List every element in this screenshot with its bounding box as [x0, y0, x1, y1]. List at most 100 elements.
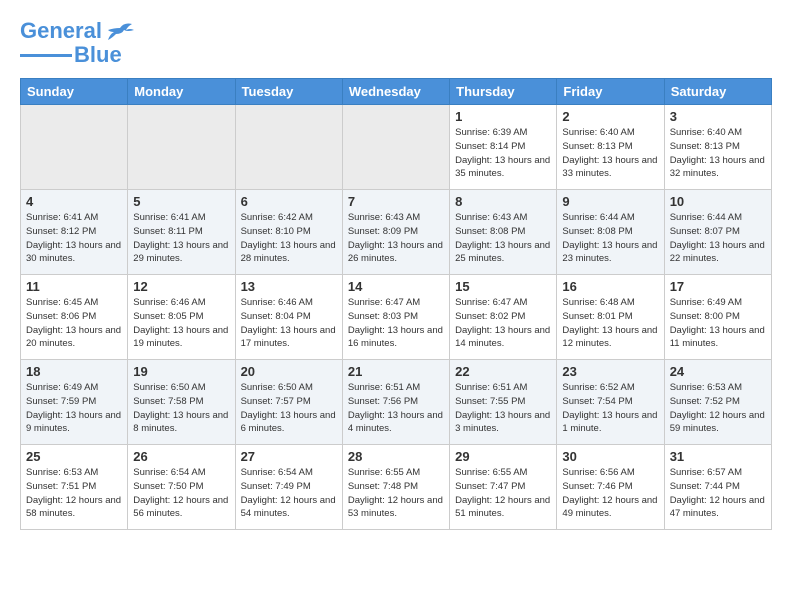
- day-number: 14: [348, 279, 444, 294]
- col-header-monday: Monday: [128, 79, 235, 105]
- day-info: Sunrise: 6:44 AMSunset: 8:07 PMDaylight:…: [670, 211, 766, 266]
- calendar-day-cell: 15 Sunrise: 6:47 AMSunset: 8:02 PMDayligh…: [450, 275, 557, 360]
- day-info: Sunrise: 6:47 AMSunset: 8:03 PMDaylight:…: [348, 296, 444, 351]
- day-number: 31: [670, 449, 766, 464]
- day-info: Sunrise: 6:54 AMSunset: 7:49 PMDaylight:…: [241, 466, 337, 521]
- day-number: 19: [133, 364, 229, 379]
- calendar-table: SundayMondayTuesdayWednesdayThursdayFrid…: [20, 78, 772, 530]
- calendar-day-cell: 25 Sunrise: 6:53 AMSunset: 7:51 PMDayligh…: [21, 445, 128, 530]
- col-header-sunday: Sunday: [21, 79, 128, 105]
- day-info: Sunrise: 6:44 AMSunset: 8:08 PMDaylight:…: [562, 211, 658, 266]
- day-number: 4: [26, 194, 122, 209]
- day-info: Sunrise: 6:47 AMSunset: 8:02 PMDaylight:…: [455, 296, 551, 351]
- day-number: 13: [241, 279, 337, 294]
- day-number: 17: [670, 279, 766, 294]
- logo: General Blue: [20, 20, 134, 68]
- day-number: 9: [562, 194, 658, 209]
- calendar-week-row: 4 Sunrise: 6:41 AMSunset: 8:12 PMDaylight…: [21, 190, 772, 275]
- calendar-header-row: SundayMondayTuesdayWednesdayThursdayFrid…: [21, 79, 772, 105]
- day-info: Sunrise: 6:46 AMSunset: 8:05 PMDaylight:…: [133, 296, 229, 351]
- calendar-day-cell: [342, 105, 449, 190]
- calendar-day-cell: 29Sunrise: 6:55 AMSunset: 7:47 PMDayligh…: [450, 445, 557, 530]
- day-number: 3: [670, 109, 766, 124]
- calendar-day-cell: [21, 105, 128, 190]
- calendar-day-cell: 23Sunrise: 6:52 AMSunset: 7:54 PMDayligh…: [557, 360, 664, 445]
- calendar-day-cell: 27 Sunrise: 6:54 AMSunset: 7:49 PMDayligh…: [235, 445, 342, 530]
- day-info: Sunrise: 6:51 AMSunset: 7:56 PMDaylight:…: [348, 381, 444, 436]
- calendar-day-cell: 18 Sunrise: 6:49 AMSunset: 7:59 PMDayligh…: [21, 360, 128, 445]
- calendar-day-cell: 14 Sunrise: 6:47 AMSunset: 8:03 PMDayligh…: [342, 275, 449, 360]
- calendar-day-cell: 6 Sunrise: 6:42 AMSunset: 8:10 PMDaylight…: [235, 190, 342, 275]
- day-info: Sunrise: 6:49 AMSunset: 8:00 PMDaylight:…: [670, 296, 766, 351]
- day-info: Sunrise: 6:49 AMSunset: 7:59 PMDaylight:…: [26, 381, 122, 436]
- day-number: 12: [133, 279, 229, 294]
- calendar-day-cell: 13 Sunrise: 6:46 AMSunset: 8:04 PMDayligh…: [235, 275, 342, 360]
- calendar-day-cell: 1 Sunrise: 6:39 AMSunset: 8:14 PMDaylight…: [450, 105, 557, 190]
- day-info: Sunrise: 6:46 AMSunset: 8:04 PMDaylight:…: [241, 296, 337, 351]
- col-header-friday: Friday: [557, 79, 664, 105]
- calendar-day-cell: 30 Sunrise: 6:56 AMSunset: 7:46 PMDayligh…: [557, 445, 664, 530]
- day-number: 30: [562, 449, 658, 464]
- calendar-day-cell: 10 Sunrise: 6:44 AMSunset: 8:07 PMDayligh…: [664, 190, 771, 275]
- day-number: 16: [562, 279, 658, 294]
- calendar-week-row: 25 Sunrise: 6:53 AMSunset: 7:51 PMDayligh…: [21, 445, 772, 530]
- calendar-day-cell: 9 Sunrise: 6:44 AMSunset: 8:08 PMDaylight…: [557, 190, 664, 275]
- day-info: Sunrise: 6:51 AMSunset: 7:55 PMDaylight:…: [455, 381, 551, 436]
- logo-blue: Blue: [74, 42, 122, 68]
- day-info: Sunrise: 6:40 AMSunset: 8:13 PMDaylight:…: [562, 126, 658, 181]
- day-number: 7: [348, 194, 444, 209]
- day-number: 15: [455, 279, 551, 294]
- day-info: Sunrise: 6:43 AMSunset: 8:09 PMDaylight:…: [348, 211, 444, 266]
- day-info: Sunrise: 6:43 AMSunset: 8:08 PMDaylight:…: [455, 211, 551, 266]
- day-info: Sunrise: 6:41 AMSunset: 8:12 PMDaylight:…: [26, 211, 122, 266]
- calendar-day-cell: 24 Sunrise: 6:53 AMSunset: 7:52 PMDayligh…: [664, 360, 771, 445]
- day-number: 2: [562, 109, 658, 124]
- day-info: Sunrise: 6:50 AMSunset: 7:57 PMDaylight:…: [241, 381, 337, 436]
- calendar-day-cell: 11Sunrise: 6:45 AMSunset: 8:06 PMDayligh…: [21, 275, 128, 360]
- col-header-saturday: Saturday: [664, 79, 771, 105]
- calendar-week-row: 1 Sunrise: 6:39 AMSunset: 8:14 PMDaylight…: [21, 105, 772, 190]
- day-number: 22: [455, 364, 551, 379]
- day-number: 24: [670, 364, 766, 379]
- day-number: 26: [133, 449, 229, 464]
- day-info: Sunrise: 6:52 AMSunset: 7:54 PMDaylight:…: [562, 381, 658, 436]
- day-number: 8: [455, 194, 551, 209]
- logo-bird-icon: [106, 20, 134, 42]
- day-number: 11: [26, 279, 122, 294]
- day-number: 6: [241, 194, 337, 209]
- day-info: Sunrise: 6:55 AMSunset: 7:48 PMDaylight:…: [348, 466, 444, 521]
- day-number: 28: [348, 449, 444, 464]
- calendar-week-row: 18 Sunrise: 6:49 AMSunset: 7:59 PMDayligh…: [21, 360, 772, 445]
- day-number: 18: [26, 364, 122, 379]
- calendar-day-cell: [235, 105, 342, 190]
- day-info: Sunrise: 6:41 AMSunset: 8:11 PMDaylight:…: [133, 211, 229, 266]
- calendar-week-row: 11Sunrise: 6:45 AMSunset: 8:06 PMDayligh…: [21, 275, 772, 360]
- page-header: General Blue: [20, 20, 772, 68]
- calendar-day-cell: 4 Sunrise: 6:41 AMSunset: 8:12 PMDaylight…: [21, 190, 128, 275]
- calendar-day-cell: 31 Sunrise: 6:57 AMSunset: 7:44 PMDayligh…: [664, 445, 771, 530]
- day-number: 1: [455, 109, 551, 124]
- calendar-day-cell: 21Sunrise: 6:51 AMSunset: 7:56 PMDayligh…: [342, 360, 449, 445]
- col-header-wednesday: Wednesday: [342, 79, 449, 105]
- day-info: Sunrise: 6:48 AMSunset: 8:01 PMDaylight:…: [562, 296, 658, 351]
- day-info: Sunrise: 6:39 AMSunset: 8:14 PMDaylight:…: [455, 126, 551, 181]
- day-info: Sunrise: 6:40 AMSunset: 8:13 PMDaylight:…: [670, 126, 766, 181]
- logo-text: General: [20, 20, 102, 42]
- day-info: Sunrise: 6:57 AMSunset: 7:44 PMDaylight:…: [670, 466, 766, 521]
- day-number: 25: [26, 449, 122, 464]
- day-info: Sunrise: 6:56 AMSunset: 7:46 PMDaylight:…: [562, 466, 658, 521]
- calendar-day-cell: 20 Sunrise: 6:50 AMSunset: 7:57 PMDayligh…: [235, 360, 342, 445]
- calendar-day-cell: 26Sunrise: 6:54 AMSunset: 7:50 PMDayligh…: [128, 445, 235, 530]
- col-header-thursday: Thursday: [450, 79, 557, 105]
- day-info: Sunrise: 6:53 AMSunset: 7:52 PMDaylight:…: [670, 381, 766, 436]
- col-header-tuesday: Tuesday: [235, 79, 342, 105]
- day-number: 20: [241, 364, 337, 379]
- day-number: 27: [241, 449, 337, 464]
- calendar-day-cell: 16 Sunrise: 6:48 AMSunset: 8:01 PMDayligh…: [557, 275, 664, 360]
- day-number: 10: [670, 194, 766, 209]
- day-info: Sunrise: 6:50 AMSunset: 7:58 PMDaylight:…: [133, 381, 229, 436]
- calendar-day-cell: 8 Sunrise: 6:43 AMSunset: 8:08 PMDaylight…: [450, 190, 557, 275]
- day-info: Sunrise: 6:53 AMSunset: 7:51 PMDaylight:…: [26, 466, 122, 521]
- day-info: Sunrise: 6:42 AMSunset: 8:10 PMDaylight:…: [241, 211, 337, 266]
- calendar-day-cell: 28 Sunrise: 6:55 AMSunset: 7:48 PMDayligh…: [342, 445, 449, 530]
